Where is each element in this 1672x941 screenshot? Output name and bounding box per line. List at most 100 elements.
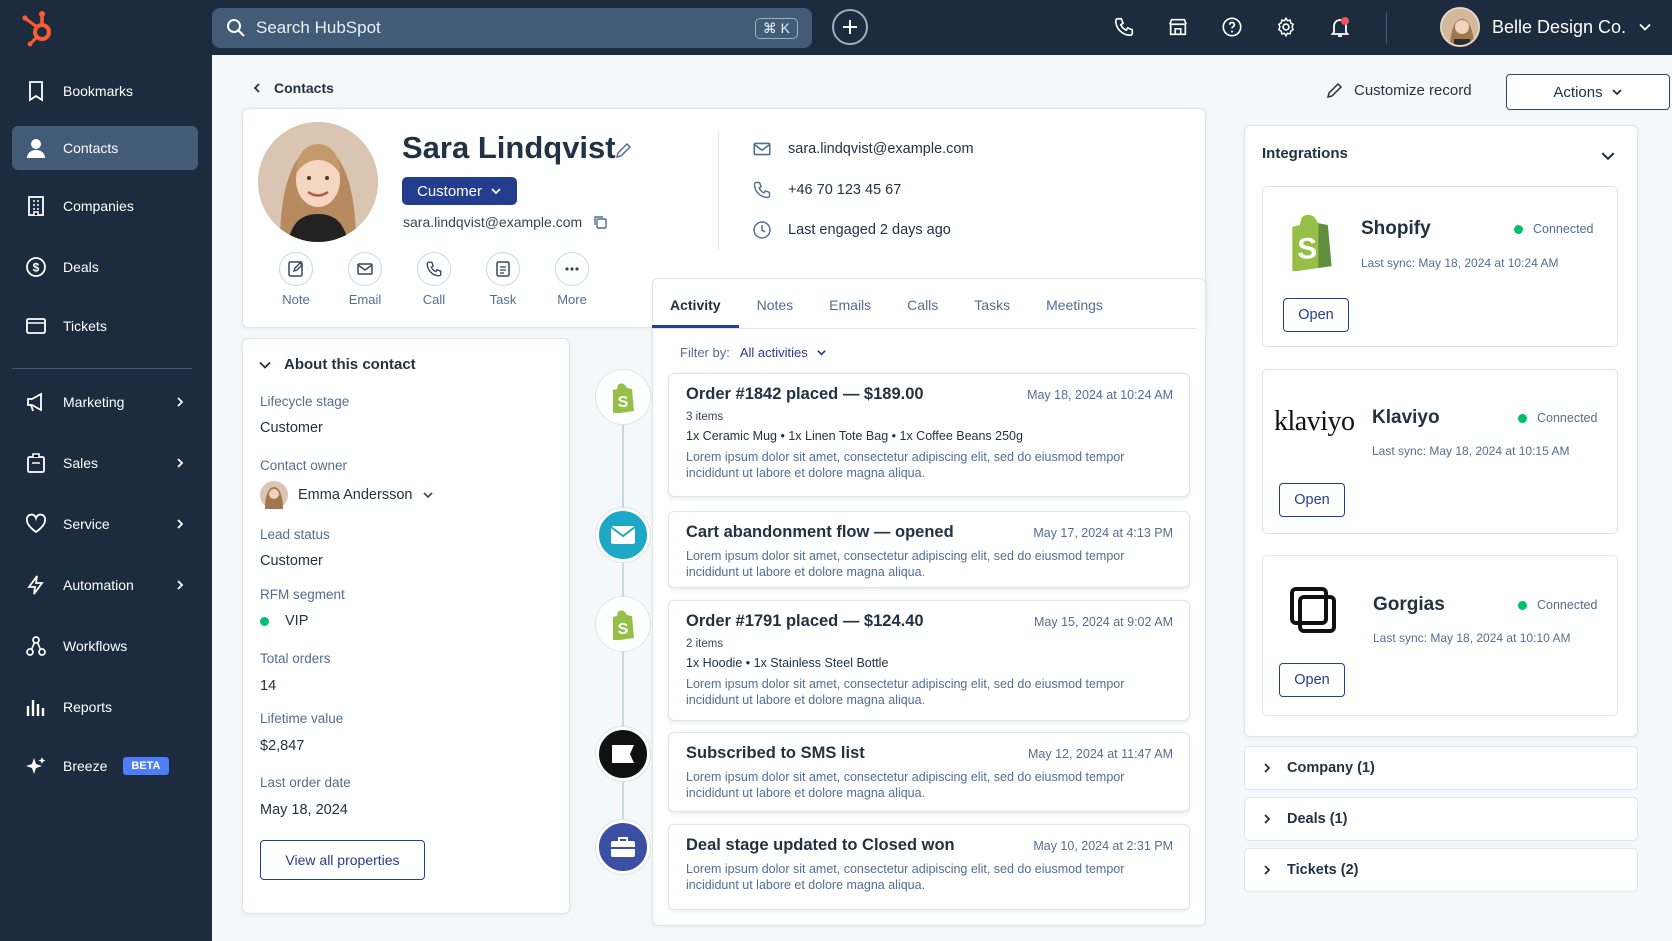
tab-activity[interactable]: Activity — [652, 280, 739, 328]
phone-icon[interactable] — [1111, 14, 1137, 40]
tab-meetings[interactable]: Meetings — [1028, 280, 1121, 328]
create-button[interactable] — [832, 9, 868, 45]
account-menu[interactable]: Belle Design Co. — [1440, 6, 1652, 48]
sidebar-item-marketing[interactable]: Marketing — [12, 380, 198, 424]
plus-icon — [843, 20, 857, 34]
sidebar-item-contacts[interactable]: Contacts — [12, 126, 198, 170]
shortcut-hint: ⌘ K — [754, 17, 798, 39]
more-action[interactable]: More — [544, 252, 600, 307]
connection-status: Connected — [1518, 598, 1597, 612]
about-section-toggle[interactable]: About this contact — [258, 356, 416, 373]
sidebar-item-sales[interactable]: Sales — [12, 441, 198, 485]
filter-value: All activities — [739, 345, 808, 360]
klaviyo-logo: klaviyo — [1274, 406, 1355, 437]
search-icon — [227, 19, 245, 37]
chevron-left-icon — [253, 83, 260, 93]
person-icon — [27, 139, 45, 158]
edit-name-pencil-icon[interactable] — [615, 141, 633, 162]
lightning-icon — [27, 575, 44, 595]
filter-dropdown[interactable]: All activities — [740, 345, 827, 360]
open-klaviyo-button[interactable]: Open — [1279, 483, 1345, 517]
activity-description: Lorem ipsum dolor sit amet, consectetur … — [686, 450, 1125, 480]
sidebar-item-reports[interactable]: Reports — [12, 685, 198, 729]
activity-item[interactable]: Cart abandonment flow — opened May 17, 2… — [668, 511, 1190, 588]
call-action[interactable]: Call — [406, 252, 462, 307]
chevron-down-icon — [491, 188, 501, 195]
open-shopify-button[interactable]: Open — [1283, 298, 1349, 332]
last-engaged-row: Last engaged 2 days ago — [752, 220, 951, 240]
about-title: About this contact — [284, 356, 416, 373]
connection-status: Connected — [1514, 222, 1593, 236]
chevron-down-icon — [817, 350, 826, 356]
tab-tasks[interactable]: Tasks — [956, 280, 1028, 328]
integration-name: Klaviyo — [1372, 407, 1440, 428]
activity-items: 1x Hoodie • 1x Stainless Steel Bottle — [686, 656, 889, 670]
settings-gear-icon[interactable] — [1273, 14, 1299, 40]
svg-text:S: S — [618, 621, 629, 638]
chevron-right-icon — [177, 519, 184, 529]
hubspot-logo-icon[interactable] — [18, 6, 60, 48]
rfm-value[interactable]: VIP — [260, 613, 308, 629]
sidebar-item-label: Marketing — [63, 394, 125, 410]
integration-gorgias: Gorgias Connected Last sync: May 18, 202… — [1262, 555, 1618, 716]
contact-email-row[interactable]: sara.lindqvist@example.com — [752, 139, 974, 159]
more-dots-icon — [565, 267, 579, 271]
help-icon[interactable] — [1219, 14, 1245, 40]
integrations-title: Integrations — [1262, 145, 1348, 162]
chevron-right-icon — [1264, 814, 1271, 824]
sidebar-item-companies[interactable]: Companies — [12, 184, 198, 228]
tab-calls[interactable]: Calls — [889, 280, 956, 328]
tab-notes[interactable]: Notes — [739, 280, 812, 328]
lifecycle-value[interactable]: Customer — [260, 420, 323, 436]
company-association[interactable]: Company (1) — [1244, 746, 1638, 790]
contact-phone-row[interactable]: +46 70 123 45 67 — [752, 180, 901, 200]
sidebar-item-label: Breeze — [63, 758, 108, 774]
integration-name: Gorgias — [1373, 594, 1445, 615]
lead-value[interactable]: Customer — [260, 553, 323, 569]
activity-description: Lorem ipsum dolor sit amet, consectetur … — [686, 770, 1125, 800]
chevron-right-icon — [177, 397, 184, 407]
sidebar-item-label: Deals — [63, 259, 99, 275]
open-gorgias-button[interactable]: Open — [1279, 663, 1345, 697]
envelope-icon — [753, 142, 771, 156]
customize-record-link[interactable]: Customize record — [1326, 81, 1472, 99]
tab-emails[interactable]: Emails — [811, 280, 889, 328]
sidebar-item-deals[interactable]: $ Deals — [12, 245, 198, 289]
ticket-icon — [26, 318, 46, 334]
sidebar-item-workflows[interactable]: Workflows — [12, 624, 198, 668]
ltv-label: Lifetime value — [260, 711, 344, 726]
breadcrumb[interactable]: Contacts — [250, 80, 334, 96]
call-action-label: Call — [422, 292, 446, 307]
view-all-properties-button[interactable]: View all properties — [260, 840, 425, 880]
email-action[interactable]: Email — [337, 252, 393, 307]
sidebar-item-automation[interactable]: Automation — [12, 563, 198, 607]
task-action[interactable]: Task — [475, 252, 531, 307]
deals-association[interactable]: Deals (1) — [1244, 797, 1638, 841]
marketplace-icon[interactable] — [1165, 14, 1191, 40]
last-sync: Last sync: May 18, 2024 at 10:15 AM — [1372, 444, 1570, 458]
activity-item[interactable]: Order #1791 placed — $124.40 May 15, 202… — [668, 600, 1190, 721]
sidebar-item-tickets[interactable]: Tickets — [12, 304, 198, 348]
sidebar-item-bookmarks[interactable]: Bookmarks — [12, 69, 198, 113]
tickets-association[interactable]: Tickets (2) — [1244, 848, 1638, 892]
activity-item[interactable]: Order #1842 placed — $189.00 May 18, 202… — [668, 373, 1190, 497]
copy-icon[interactable] — [592, 214, 608, 230]
owner-dropdown[interactable]: Emma Andersson — [260, 481, 434, 509]
lifecycle-status-dropdown[interactable]: Customer — [402, 177, 517, 205]
activity-item[interactable]: Subscribed to SMS list May 12, 2024 at 1… — [668, 732, 1190, 812]
collapse-chevron-icon[interactable] — [1600, 148, 1616, 167]
sidebar-item-service[interactable]: Service — [12, 502, 198, 546]
contact-phone: +46 70 123 45 67 — [788, 182, 902, 198]
search-bar[interactable]: Search HubSpot ⌘ K — [212, 8, 812, 48]
megaphone-icon — [27, 392, 42, 412]
notifications-bell-icon[interactable] — [1327, 14, 1353, 40]
note-action[interactable]: Note — [268, 252, 324, 307]
activity-item[interactable]: Deal stage updated to Closed won May 10,… — [668, 824, 1190, 910]
briefcase-icon — [27, 453, 45, 473]
actions-button[interactable]: Actions — [1506, 74, 1670, 110]
activity-date: May 18, 2024 at 10:24 AM — [1027, 388, 1173, 402]
sparkle-icon — [26, 757, 46, 774]
sidebar-item-breeze[interactable]: Breeze BETA — [12, 744, 198, 788]
activity-items: 1x Ceramic Mug • 1x Linen Tote Bag • 1x … — [686, 429, 1023, 443]
sidebar-item-label: Sales — [63, 455, 99, 471]
